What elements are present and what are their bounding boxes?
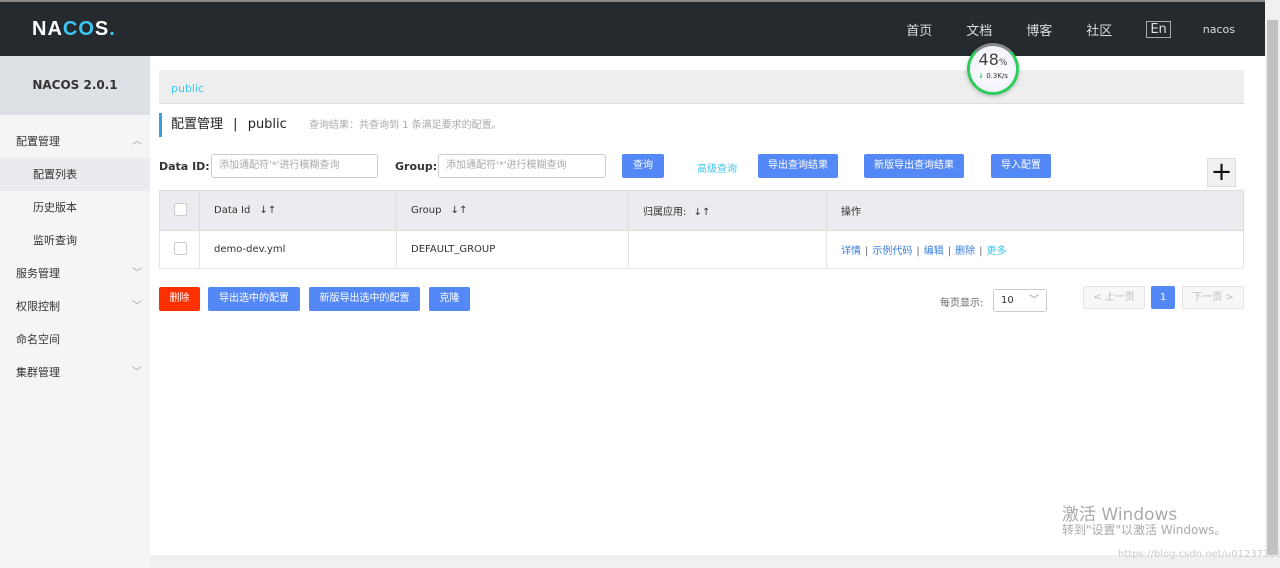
export-selected-button[interactable]: 导出选中的配置: [208, 287, 300, 311]
config-table: Data Id ↓↑ Group ↓↑ 归属应用: ↓↑ 操作 demo-dev…: [159, 190, 1244, 269]
title-namespace: public: [247, 117, 287, 132]
top-header: NACOS. 首页 文档 博客 社区 En nacos: [0, 0, 1265, 56]
sidebar-item-history[interactable]: 历史版本: [0, 191, 150, 224]
sidebar-item-config-list[interactable]: 配置列表: [0, 158, 150, 191]
column-actions: 操作: [826, 190, 1244, 231]
windows-activation-hint: 转到"设置"以激活 Windows。: [1062, 523, 1227, 537]
header-label: 归属应用:: [643, 207, 687, 218]
nav-docs[interactable]: 文档: [966, 20, 992, 39]
csdn-watermark: https://blog.csdn.net/u012373281: [1118, 549, 1280, 560]
query-button[interactable]: 查询: [622, 154, 664, 178]
select-all-checkbox[interactable]: [174, 202, 187, 216]
next-page-button[interactable]: 下一页 >: [1182, 286, 1244, 309]
label: 服务管理: [16, 267, 60, 280]
nav-community[interactable]: 社区: [1086, 20, 1112, 39]
top-nav: 首页 文档 博客 社区 En nacos: [872, 20, 1235, 39]
cell-data-id: demo-dev.yml: [199, 230, 397, 269]
sort-icon[interactable]: ↓↑: [694, 207, 711, 218]
per-page-value: 10: [1001, 295, 1014, 306]
header-label: Group: [411, 205, 442, 216]
chevron-down-icon: ﹀: [132, 268, 142, 279]
main-content: public 配置管理 | public 查询结果：共查询到 1 条满足要求的配…: [150, 56, 1248, 555]
chevron-down-icon: ﹀: [1029, 295, 1039, 306]
select-all-cell: [159, 190, 200, 231]
column-app[interactable]: 归属应用: ↓↑: [628, 190, 827, 231]
title-separator: |: [233, 117, 238, 132]
table-row: demo-dev.yml DEFAULT_GROUP 详情 | 示例代码 | 编辑 | 删除…: [159, 230, 1244, 269]
dataid-label: Data ID:: [159, 160, 210, 173]
chevron-down-icon: ﹀: [132, 367, 142, 378]
column-group[interactable]: Group ↓↑: [396, 190, 629, 231]
clone-button[interactable]: 克隆: [429, 287, 470, 311]
table-header: Data Id ↓↑ Group ↓↑ 归属应用: ↓↑ 操作: [159, 190, 1244, 231]
speed-unit: %: [998, 58, 1008, 68]
speed-rate: 0.3K/s: [986, 72, 1008, 80]
export-results-button[interactable]: 导出查询结果: [758, 154, 838, 178]
page-title: 配置管理 | public 查询结果：共查询到 1 条满足要求的配置。: [159, 113, 502, 137]
label: 集群管理: [16, 366, 60, 379]
scrollbar-thumb[interactable]: [1267, 20, 1278, 555]
page-scrollbar[interactable]: [1265, 0, 1280, 568]
content-scrollbar[interactable]: [1248, 56, 1265, 555]
result-summary: 查询结果：共查询到 1 条满足要求的配置。: [308, 120, 502, 131]
new-export-selected-button[interactable]: 新版导出选中的配置: [309, 287, 420, 311]
cell-app: [628, 230, 827, 269]
sort-icon[interactable]: ↓↑: [260, 205, 277, 216]
dataid-input[interactable]: 添加通配符'*'进行模糊查询: [211, 154, 378, 178]
prev-label: 上一页: [1104, 292, 1135, 303]
nav-home[interactable]: 首页: [906, 20, 932, 39]
download-arrow-icon: ↓: [978, 72, 984, 80]
namespace-breadcrumb[interactable]: public: [159, 70, 1244, 104]
horizontal-scrollbar[interactable]: [150, 555, 1265, 568]
sidebar: NACOS 2.0.1 配置管理 ︿ 配置列表 历史版本 监听查询 服务管理 ﹀ 权…: [0, 56, 150, 568]
sidebar-item-config-management[interactable]: 配置管理 ︿: [0, 125, 150, 158]
edit-link[interactable]: 编辑: [924, 246, 944, 257]
cell-group: DEFAULT_GROUP: [396, 230, 629, 269]
sidebar-title: NACOS 2.0.1: [0, 56, 150, 115]
prev-page-button[interactable]: < 上一页: [1083, 286, 1145, 309]
column-data-id[interactable]: Data Id ↓↑: [199, 190, 397, 231]
sidebar-item-namespace[interactable]: 命名空间: [0, 323, 150, 356]
advanced-query-link[interactable]: 高级查询: [697, 160, 737, 175]
label: 权限控制: [16, 300, 60, 313]
sidebar-item-permissions[interactable]: 权限控制 ﹀: [0, 290, 150, 323]
delete-link[interactable]: 删除: [955, 246, 975, 257]
per-page-label: 每页显示:: [940, 298, 984, 309]
new-export-results-button[interactable]: 新版导出查询结果: [864, 154, 964, 178]
group-label: Group:: [395, 160, 438, 173]
chevron-down-icon: ﹀: [132, 301, 142, 312]
sidebar-item-service-management[interactable]: 服务管理 ﹀: [0, 257, 150, 290]
import-config-button[interactable]: 导入配置: [991, 154, 1051, 178]
speed-percent: 48: [978, 50, 999, 69]
cell-actions: 详情 | 示例代码 | 编辑 | 删除 | 更多: [826, 230, 1244, 269]
chevron-up-icon: ︿: [132, 136, 142, 147]
page-1-button[interactable]: 1: [1151, 286, 1175, 309]
delete-selected-button[interactable]: 删除: [159, 287, 200, 311]
next-label: 下一页: [1192, 292, 1223, 303]
add-config-button[interactable]: +: [1207, 158, 1236, 187]
sample-code-link[interactable]: 示例代码: [872, 246, 912, 257]
language-toggle[interactable]: En: [1146, 21, 1171, 38]
details-link[interactable]: 详情: [841, 246, 861, 257]
nacos-logo[interactable]: NACOS.: [32, 18, 116, 41]
network-speed-widget[interactable]: 48% ↓ 0.3K/s: [967, 43, 1019, 95]
sort-icon[interactable]: ↓↑: [451, 205, 468, 216]
more-link[interactable]: 更多: [987, 246, 1007, 257]
per-page-select[interactable]: 10 ﹀: [993, 289, 1047, 312]
title-text: 配置管理: [171, 117, 224, 132]
sidebar-item-cluster-management[interactable]: 集群管理 ﹀: [0, 356, 150, 389]
header-label: Data Id: [214, 205, 251, 216]
group-input[interactable]: 添加通配符'*'进行模糊查询: [438, 154, 606, 178]
user-menu[interactable]: nacos: [1203, 23, 1235, 36]
row-select-cell: [159, 230, 200, 269]
nav-blog[interactable]: 博客: [1026, 20, 1052, 39]
sidebar-item-listener-query[interactable]: 监听查询: [0, 224, 150, 257]
label: 配置管理: [16, 135, 60, 148]
row-checkbox[interactable]: [174, 241, 187, 255]
